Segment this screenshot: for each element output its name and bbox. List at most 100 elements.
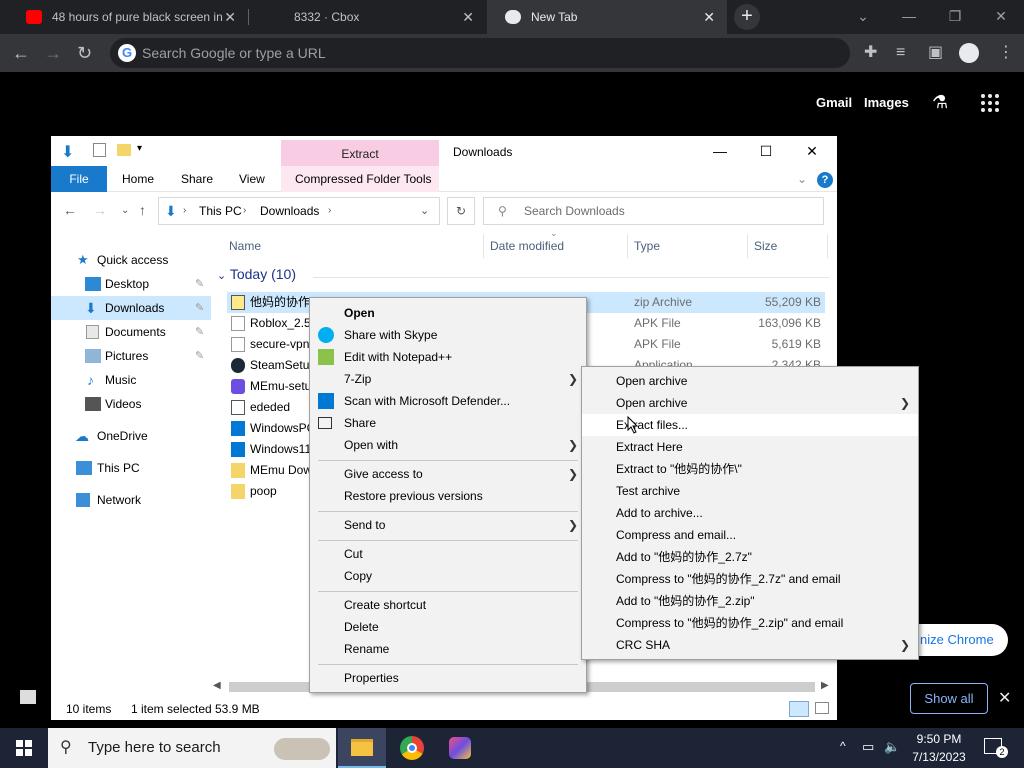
menu-item-7zip[interactable]: 7-Zip ❯ [310,368,586,390]
windows-start-icon[interactable] [16,740,32,756]
column-size[interactable]: Size [754,234,777,258]
ribbon-tab-share[interactable]: Share [181,166,213,192]
nav-this-pc[interactable]: This PC [51,456,211,480]
nav-pictures[interactable]: Pictures ✎ [51,344,211,368]
menu-item-copy[interactable]: Copy [310,565,586,587]
menu-item-send-to[interactable]: Send to ❯ [310,514,586,536]
breadcrumb-downloads[interactable]: Downloads [260,198,319,224]
search-box[interactable]: ⚲ Search Downloads [483,197,824,225]
nav-onedrive[interactable]: ☁ OneDrive [51,424,211,448]
customize-toolbar-icon[interactable]: ▾ [137,143,142,154]
chevron-up-icon[interactable]: ^ [840,739,846,753]
tab-cbox[interactable]: 8332 · Cbox ✕ [250,0,486,34]
gmail-link[interactable]: Gmail [816,95,852,110]
column-name[interactable]: Name [229,234,261,258]
close-icon[interactable]: ✕ [224,0,236,34]
taskbar-memu[interactable] [436,728,484,768]
ribbon-tab-view[interactable]: View [239,166,265,192]
group-header-today[interactable]: ⌄ Today (10) [217,266,296,282]
menu-item-defender[interactable]: Scan with Microsoft Defender... [310,390,586,412]
volume-muted-icon[interactable]: 🔈 [884,739,900,755]
menu-item-give-access[interactable]: Give access to ❯ [310,463,586,485]
taskbar-file-explorer[interactable] [338,728,386,768]
nav-downloads[interactable]: ⬇ Downloads ✎ [51,296,211,320]
forward-icon[interactable]: → [93,202,107,218]
system-clock[interactable]: 9:50 PM 7/13/2023 [906,730,972,766]
omnibox[interactable]: G Search Google or type a URL [110,38,850,68]
back-icon[interactable]: ← [63,202,77,218]
close-window-button[interactable]: ✕ [978,0,1024,34]
submenu-item-open-archive[interactable]: Open archive [582,370,918,392]
address-dropdown-icon[interactable]: ⌄ [420,198,429,224]
forward-icon[interactable]: → [44,34,62,72]
menu-item-delete[interactable]: Delete [310,616,586,638]
images-link[interactable]: Images [864,95,909,110]
labs-icon[interactable]: ⚗ [932,92,948,113]
side-panel-icon[interactable]: ▣ [928,34,943,72]
recent-locations-icon[interactable]: ⌄ [121,205,129,216]
reload-icon[interactable]: ↻ [77,34,92,72]
ribbon-tab-home[interactable]: Home [122,166,154,192]
show-all-button[interactable]: Show all [910,683,988,714]
taskbar-chrome[interactable] [388,728,436,768]
zip-file-icon[interactable] [20,690,36,704]
menu-item-share[interactable]: Share [310,412,586,434]
nav-music[interactable]: ♪ Music [51,368,211,392]
folder-icon[interactable] [117,144,131,156]
submenu-item-compress-email[interactable]: Compress and email... [582,524,918,546]
scroll-left-icon[interactable]: ◀ [213,680,221,691]
properties-icon[interactable] [93,143,106,157]
minimize-button[interactable]: — [697,136,743,166]
submenu-item-open-archive-sub[interactable]: Open archive ❯ [582,392,918,414]
menu-item-share-skype[interactable]: Share with Skype [310,324,586,346]
close-icon[interactable]: ✕ [462,0,474,34]
submenu-item-test-archive[interactable]: Test archive [582,480,918,502]
menu-item-restore-versions[interactable]: Restore previous versions [310,485,586,507]
nav-documents[interactable]: Documents ✎ [51,320,211,344]
extensions-icon[interactable]: ✚ [864,34,877,72]
menu-icon[interactable]: ⋮ [998,34,1014,72]
ribbon-tab-compressed-folder-tools[interactable]: Compressed Folder Tools [295,166,432,192]
submenu-item-extract-here[interactable]: Extract Here [582,436,918,458]
menu-item-open[interactable]: Open [310,302,586,324]
download-arrow-icon[interactable]: ⬇ [61,142,74,162]
ribbon-tab-file[interactable]: File [51,166,107,192]
tab-search-icon[interactable]: ⌄ [840,0,886,34]
submenu-item-compress-zip-email[interactable]: Compress to "他妈的协作_2.zip" and email [582,612,918,634]
menu-item-rename[interactable]: Rename [310,638,586,660]
submenu-item-add-7z[interactable]: Add to "他妈的协作_2.7z" [582,546,918,568]
close-icon[interactable]: ✕ [703,0,715,34]
menu-item-edit-notepad[interactable]: Edit with Notepad++ [310,346,586,368]
maximize-button[interactable]: ☐ [743,136,789,166]
up-icon[interactable]: ↑ [139,202,146,218]
nav-desktop[interactable]: Desktop ✎ [51,272,211,296]
breadcrumb-this-pc[interactable]: This PC [199,198,242,224]
submenu-item-extract-to[interactable]: Extract to "他妈的协作\" [582,458,918,480]
close-window-button[interactable]: ✕ [789,136,835,166]
nav-videos[interactable]: Videos [51,392,211,416]
scroll-right-icon[interactable]: ▶ [821,680,829,691]
expand-ribbon-icon[interactable]: ⌄ [797,166,807,192]
new-tab-button[interactable]: + [734,4,760,30]
tab-youtube[interactable]: 48 hours of pure black screen in ✕ [8,0,248,34]
back-icon[interactable]: ← [12,34,30,72]
submenu-item-add-zip[interactable]: Add to "他妈的协作_2.zip" [582,590,918,612]
help-icon[interactable]: ? [817,172,833,188]
menu-item-create-shortcut[interactable]: Create shortcut [310,594,586,616]
submenu-item-add-to-archive[interactable]: Add to archive... [582,502,918,524]
menu-item-properties[interactable]: Properties [310,667,586,689]
refresh-icon[interactable]: ↻ [447,197,475,225]
network-icon[interactable]: ▭ [862,739,874,755]
profile-avatar[interactable] [959,43,979,63]
minimize-button[interactable]: — [886,0,932,34]
nav-network[interactable]: Network [51,488,211,512]
tab-new-tab[interactable]: New Tab ✕ [487,0,727,34]
media-control-icon[interactable]: ≡ [896,34,905,72]
menu-item-cut[interactable]: Cut [310,543,586,565]
submenu-item-compress-7z-email[interactable]: Compress to "他妈的协作_2.7z" and email [582,568,918,590]
address-bar[interactable]: ⬇ › This PC › Downloads › ⌄ [158,197,440,225]
column-type[interactable]: Type [634,234,660,258]
large-icons-view-icon[interactable] [815,702,829,714]
submenu-item-crc-sha[interactable]: CRC SHA ❯ [582,634,918,656]
apps-grid-icon[interactable] [981,94,999,112]
